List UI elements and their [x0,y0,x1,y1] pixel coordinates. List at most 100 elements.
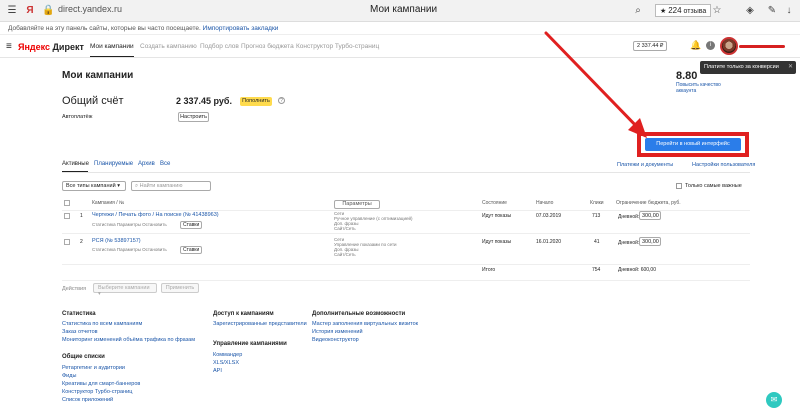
footer-link[interactable]: История изменений [312,329,363,335]
important-only-checkbox[interactable] [676,183,682,189]
nav-keyword-tool[interactable]: Подбор слов [200,43,239,50]
budget-limit-input[interactable]: 300,00 [639,211,661,220]
bell-icon[interactable]: 🔔 [690,40,701,51]
footer-link[interactable]: Видеоконструктор [312,337,359,343]
page-title: Мои кампании [62,70,134,81]
campaign-type-select[interactable]: Все типы кампаний ▾ [62,181,126,191]
actions-label: Действия [62,286,87,292]
row-checkbox[interactable] [64,213,70,219]
close-icon[interactable]: ✕ [788,63,793,70]
row-checkbox[interactable] [64,239,70,245]
limit-label: Дневной: [618,214,640,220]
lock-icon: 🔒 [42,5,55,16]
avatar[interactable] [720,37,738,55]
bookmarks-bar: Добавляйте на эту панель сайты, которые … [0,22,800,35]
total-limit: Дневной: 600,00 [618,267,656,273]
campaigns-table: Кампания / № Параметры Состояние Начало … [62,196,750,276]
topup-button[interactable]: Пополнить [240,97,272,106]
app-header: ≡ Яндекс Директ Мои кампании Создать кам… [0,36,800,58]
footer-link[interactable]: Ретаргетинг и аудитории [62,365,125,371]
autopay-label: Автоплатёж [62,114,93,120]
params-line: Сайт/Сеть [334,252,356,257]
tab-archive[interactable]: Архив [138,161,155,167]
tab-active[interactable]: Активные [62,161,89,167]
extension-icon[interactable]: ✎ [766,5,778,17]
col-clicks: Клики [590,200,604,206]
tooltip-text: Платите только за конверсии [704,64,779,70]
campaign-link[interactable]: РСЯ (№ 53897157) [92,238,141,244]
address-bar[interactable]: direct.yandex.ru [58,4,122,14]
shield-icon[interactable]: ◈ [744,5,756,17]
hamburger-icon[interactable]: ≡ [6,41,12,52]
user-settings-link[interactable]: Настройки пользователя [692,162,755,168]
rating-badge[interactable]: ★ 224 отзыва [655,4,712,17]
balance-chip[interactable]: 2 337.44 ₽ [633,41,668,51]
chevron-down-icon: ▾ [98,291,101,297]
footer-stats-heading: Статистика [62,311,96,317]
select-all-checkbox[interactable] [64,200,70,206]
help-icon[interactable]: ? [278,97,285,104]
search-icon: ⌕ [135,183,139,189]
row-number: 1 [80,213,83,219]
tab-planned[interactable]: Планируемые [94,161,133,167]
budget-limit-input[interactable]: 300,00 [639,237,661,246]
tab-all[interactable]: Все [160,161,170,167]
chat-icon[interactable]: ✉ [766,392,782,408]
improve-quality-link[interactable]: Повысить качество аккаунта [676,82,736,94]
import-bookmarks-link[interactable]: Импортировать закладки [203,25,279,32]
footer-link[interactable]: API [213,368,222,374]
campaign-link[interactable]: Чертежи / Печать фото / На поиске (№ 414… [92,212,219,218]
account-title: Общий счёт [62,95,124,107]
bookmark-icon[interactable]: ☆ [711,5,723,17]
footer-link[interactable]: Мастер заполнения виртуальных визиток [312,321,418,327]
campaign-state: Идут показы [482,213,512,219]
footer-access-heading: Доступ к кампаниям [213,311,274,317]
col-campaign: Кампания / № [92,200,125,206]
col-params: Параметры [334,200,380,209]
logo[interactable]: Яндекс Директ [18,42,84,52]
footer-link[interactable]: Креативы для смарт-баннеров [62,381,140,387]
footer-link[interactable]: Конструктор Турбо-страниц [62,389,132,395]
chevron-down-icon: ▾ [117,183,120,189]
menu-icon[interactable]: ☰ [6,5,18,17]
nav-budget-forecast[interactable]: Прогноз бюджета [241,43,294,50]
nav-my-campaigns[interactable]: Мои кампании [90,43,134,57]
footer-link[interactable]: Фиды [62,373,76,379]
download-icon[interactable]: ↓ [783,5,795,17]
campaign-search-input[interactable]: ⌕ Найти кампанию [131,181,211,191]
divider [62,172,750,173]
limit-label: Дневной: [618,240,640,246]
nav-create-campaign[interactable]: Создать кампанию [140,43,197,50]
nav-turbo-builder[interactable]: Конструктор Турбо-страниц [296,43,379,50]
footer-lists-heading: Общие списки [62,354,105,360]
yandex-browser-icon[interactable]: Я [24,5,36,17]
campaign-state: Идут показы [482,239,512,245]
campaign-clicks: 41 [594,239,600,245]
autopay-setup-button[interactable]: Настроить [178,112,209,122]
footer-link[interactable]: Коммандер [213,352,242,358]
footer-link[interactable]: Заказ отчетов [62,329,98,335]
campaign-actions[interactable]: Статистика Параметры Остановить [92,222,167,227]
info-icon[interactable]: i [706,41,715,50]
divider [62,280,750,281]
footer-link[interactable]: XLS/XLSX [213,360,239,366]
account-score: 8.80 [676,70,698,82]
bids-button[interactable]: Ставки [180,221,203,229]
campaign-actions[interactable]: Статистика Параметры Остановить [92,247,167,252]
params-column-button[interactable]: Параметры [334,200,380,209]
tooltip: Платите только за конверсии ✕ [700,61,796,74]
footer-link[interactable]: Зарегистрированные представители [213,321,307,327]
tab-title: Мои кампании [370,4,438,15]
apply-button[interactable]: Применить [161,283,199,293]
divider [62,264,750,265]
new-interface-button[interactable]: Перейти в новый интерфейс [645,138,741,151]
campaign-start: 16.01.2020 [536,239,562,245]
select-campaigns-dropdown[interactable]: Выберите кампании ▾ [93,283,157,297]
footer-link[interactable]: Мониторинг изменений объёма трафика по ф… [62,337,195,343]
payments-link[interactable]: Платежи и документы [617,162,673,168]
footer-link[interactable]: Статистика по всем кампаниям [62,321,142,327]
bids-button[interactable]: Ставки [180,246,203,254]
search-icon[interactable]: ⌕ [632,5,644,17]
account-amount: 2 337.45 руб. [176,96,232,106]
footer-link[interactable]: Список приложений [62,397,113,403]
